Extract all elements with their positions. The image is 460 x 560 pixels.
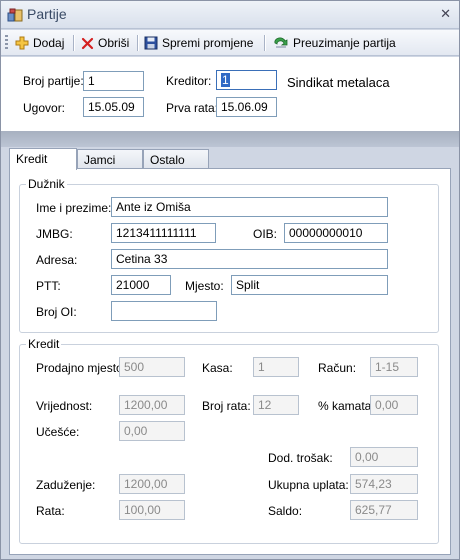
jmbg-field[interactable]: 1213411111111 — [111, 223, 216, 243]
app-icon — [7, 8, 23, 22]
separator-strip — [1, 131, 459, 147]
mjesto-label: Mjesto: — [185, 279, 224, 293]
kreditor-selected-text: 1 — [221, 73, 230, 87]
close-button[interactable]: ✕ — [440, 6, 451, 22]
dod-trosak-field[interactable]: 0,00 — [350, 447, 418, 467]
partije-window: Partije ✕ Dodaj Obriši Spremi promjene P… — [0, 0, 460, 560]
broj-oi-field[interactable] — [111, 301, 217, 321]
delete-button[interactable]: Obriši — [81, 34, 129, 52]
zaduzenje-label: Zaduženje: — [36, 478, 96, 492]
tab-kredit[interactable]: Kredit — [9, 148, 77, 170]
saldo-field[interactable]: 625,77 — [350, 500, 418, 520]
add-button[interactable]: Dodaj — [15, 34, 64, 52]
racun-field[interactable]: 1-15 — [370, 357, 418, 377]
broj-oi-label: Broj OI: — [36, 305, 77, 319]
adresa-field[interactable]: Cetina 33 — [111, 249, 388, 269]
kreditor-label: Kreditor: — [166, 74, 212, 88]
import-button-label: Preuzimanje partija — [293, 36, 396, 50]
floppy-disk-icon — [144, 36, 158, 50]
kasa-label: Kasa: — [202, 361, 233, 375]
tab-ostalo[interactable]: Ostalo — [143, 149, 209, 169]
tab-jamci[interactable]: Jamci — [77, 149, 143, 169]
ukupna-uplata-field[interactable]: 574,23 — [350, 474, 418, 494]
kamata-label: % kamata: — [318, 399, 375, 413]
prodajno-mjesto-label: Prodajno mjesto: — [36, 361, 127, 375]
broj-rata-label: Broj rata: — [202, 399, 251, 413]
import-arrows-icon — [274, 37, 288, 48]
save-button[interactable]: Spremi promjene — [144, 34, 253, 52]
plus-icon — [15, 36, 29, 50]
prva-rata-field[interactable]: 15.06.09 — [216, 97, 277, 117]
kredit-group: Kredit Prodajno mjesto: 500 Kasa: 1 Raču… — [19, 337, 439, 544]
header-form: Broj partije: 1 Kreditor: 1 Sindikat met… — [1, 57, 459, 131]
delete-x-icon — [81, 37, 94, 49]
adresa-label: Adresa: — [36, 253, 78, 267]
toolbar-separator — [137, 35, 138, 51]
ucesce-label: Učešće: — [36, 425, 80, 439]
ucesce-field[interactable]: 0,00 — [119, 421, 185, 441]
vrijednost-field[interactable]: 1200,00 — [119, 395, 185, 415]
toolbar-separator — [264, 35, 265, 51]
ukupna-uplata-label: Ukupna uplata: — [268, 478, 349, 492]
import-button[interactable]: Preuzimanje partija — [273, 34, 396, 52]
rata-label: Rata: — [36, 504, 65, 518]
window-title: Partije — [27, 6, 67, 22]
racun-label: Račun: — [318, 361, 357, 375]
ime-label: Ime i prezime: — [36, 201, 112, 215]
title-bar: Partije ✕ — [1, 1, 459, 29]
kreditor-name: Sindikat metalaca — [287, 75, 390, 90]
dod-trosak-label: Dod. trošak: — [268, 451, 333, 465]
toolbar-separator — [73, 35, 74, 51]
duznik-group-title: Dužnik — [26, 177, 67, 191]
ugovor-field[interactable]: 15.05.09 — [83, 97, 144, 117]
kasa-field[interactable]: 1 — [253, 357, 299, 377]
ptt-label: PTT: — [36, 279, 61, 293]
tab-ostalo-label: Ostalo — [150, 153, 185, 167]
save-button-label: Spremi promjene — [162, 36, 254, 50]
mjesto-field[interactable]: Split — [231, 275, 388, 295]
zaduzenje-field[interactable]: 1200,00 — [119, 474, 185, 494]
kreditor-field[interactable]: 1 — [216, 70, 277, 90]
vrijednost-label: Vrijednost: — [36, 399, 93, 413]
tab-kredit-label: Kredit — [16, 152, 48, 166]
ugovor-label: Ugovor: — [23, 101, 66, 115]
tab-jamci-label: Jamci — [84, 153, 116, 167]
ime-field[interactable]: Ante iz Omiša — [111, 197, 388, 217]
rata-field[interactable]: 100,00 — [119, 500, 185, 520]
toolbar: Dodaj Obriši Spremi promjene Preuzimanje… — [1, 30, 459, 56]
oib-field[interactable]: 00000000010 — [284, 223, 388, 243]
prva-rata-label: Prva rata: — [166, 101, 219, 115]
add-button-label: Dodaj — [33, 36, 65, 50]
jmbg-label: JMBG: — [36, 227, 73, 241]
oib-label: OIB: — [253, 227, 278, 241]
broj-partije-label: Broj partije: — [23, 74, 84, 88]
ptt-field[interactable]: 21000 — [111, 275, 171, 295]
broj-partije-field[interactable]: 1 — [83, 71, 144, 91]
kamata-field[interactable]: 0,00 — [370, 395, 418, 415]
saldo-label: Saldo: — [268, 504, 303, 518]
delete-button-label: Obriši — [98, 36, 130, 50]
kredit-group-title: Kredit — [26, 337, 62, 351]
toolbar-grip — [5, 35, 8, 51]
tab-panel-kredit: Dužnik Ime i prezime: Ante iz Omiša JMBG… — [9, 168, 451, 555]
duznik-group: Dužnik Ime i prezime: Ante iz Omiša JMBG… — [19, 177, 439, 333]
prodajno-mjesto-field[interactable]: 500 — [119, 357, 185, 377]
broj-rata-field[interactable]: 12 — [253, 395, 299, 415]
